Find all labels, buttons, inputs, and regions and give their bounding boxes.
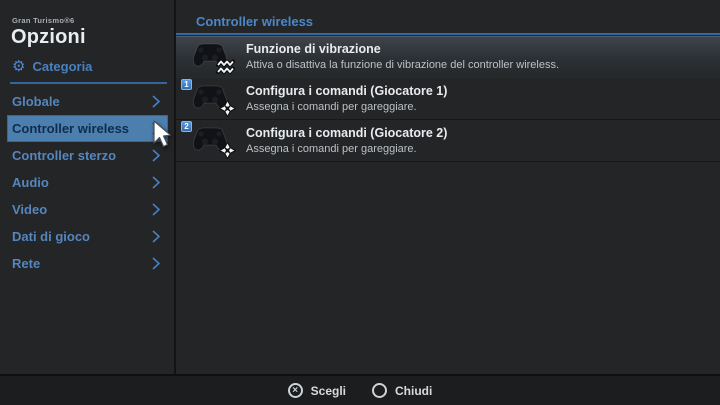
list-item-configura-comandi-giocatore-1[interactable]: 1 Configura i comandi (Giocatore 1) Asse… bbox=[176, 78, 720, 120]
sidebar-item-dati-di-gioco[interactable]: Dati di gioco bbox=[8, 224, 167, 249]
page-title: Opzioni bbox=[11, 26, 86, 48]
chevron-right-icon bbox=[152, 149, 160, 162]
brand-logo: Gran Turismo®6 bbox=[12, 16, 75, 25]
category-label: Categoria bbox=[32, 58, 93, 74]
list-item-text: Configura i comandi (Giocatore 1) Assegn… bbox=[246, 83, 447, 114]
list-item-description: Assegna i comandi per gareggiare. bbox=[246, 100, 417, 113]
panel-title: Controller wireless bbox=[196, 14, 314, 29]
vibration-waves-icon bbox=[216, 59, 235, 74]
list-item-description: Attiva o disattiva la funzione di vibraz… bbox=[246, 59, 560, 72]
chevron-right-icon bbox=[152, 95, 160, 108]
settings-panel: Controller wireless Funzione di vibrazio… bbox=[176, 0, 720, 373]
select-hint: × Scegli bbox=[287, 383, 347, 398]
panel-title-underline bbox=[176, 33, 720, 35]
sidebar-item-controller-sterzo[interactable]: Controller sterzo bbox=[8, 143, 167, 168]
sidebar-item-label: Video bbox=[12, 202, 48, 217]
sidebar: Gran Turismo®6 Opzioni ⚙ Categoria Globa… bbox=[0, 0, 174, 373]
list-item-text: Funzione di vibrazione Attiva o disattiv… bbox=[246, 41, 559, 72]
cross-button-icon: × bbox=[287, 383, 303, 398]
chevron-right-icon bbox=[152, 257, 160, 270]
gamepad-vibration-icon bbox=[190, 40, 235, 74]
gear-icon: ⚙ bbox=[12, 57, 26, 75]
sidebar-item-label: Audio bbox=[12, 175, 49, 190]
category-header: ⚙ Categoria bbox=[12, 57, 92, 75]
sidebar-item-audio[interactable]: Audio bbox=[8, 170, 167, 195]
sidebar-item-globale[interactable]: Globale bbox=[8, 89, 167, 114]
dpad-cross-icon bbox=[219, 141, 236, 159]
chevron-right-icon bbox=[152, 230, 160, 243]
close-hint-label: Chiudi bbox=[395, 383, 433, 398]
sidebar-item-label: Dati di gioco bbox=[12, 229, 90, 244]
category-menu: Globale Controller wireless Controller s… bbox=[8, 89, 167, 278]
close-hint: Chiudi bbox=[372, 383, 432, 398]
gamepad-dpad-icon: 1 bbox=[181, 78, 236, 117]
list-item-funzione-di-vibrazione[interactable]: Funzione di vibrazione Attiva o disattiv… bbox=[176, 36, 720, 78]
list-item-title: Configura i comandi (Giocatore 2) bbox=[246, 125, 448, 140]
dpad-cross-icon bbox=[219, 99, 236, 117]
sidebar-item-video[interactable]: Video bbox=[8, 197, 167, 222]
list-item-title: Configura i comandi (Giocatore 1) bbox=[246, 83, 448, 98]
sidebar-item-label: Controller wireless bbox=[12, 121, 130, 136]
sidebar-item-rete[interactable]: Rete bbox=[8, 251, 167, 276]
select-hint-label: Scegli bbox=[310, 383, 347, 398]
sidebar-item-label: Controller sterzo bbox=[12, 148, 117, 163]
gamepad-dpad-icon: 2 bbox=[181, 120, 236, 159]
chevron-right-icon bbox=[152, 176, 160, 189]
list-item-title: Funzione di vibrazione bbox=[246, 42, 381, 57]
settings-list: Funzione di vibrazione Attiva o disattiv… bbox=[176, 36, 720, 162]
category-underline bbox=[10, 82, 167, 84]
list-item-description: Assegna i comandi per gareggiare. bbox=[246, 142, 417, 155]
chevron-right-icon bbox=[152, 203, 160, 216]
circle-button-icon bbox=[372, 383, 388, 398]
sidebar-item-controller-wireless[interactable]: Controller wireless bbox=[8, 116, 167, 141]
sidebar-item-label: Rete bbox=[12, 256, 41, 271]
button-hint-bar: × Scegli Chiudi bbox=[0, 374, 720, 405]
mouse-cursor bbox=[153, 120, 172, 148]
sidebar-item-label: Globale bbox=[12, 94, 60, 109]
list-item-text: Configura i comandi (Giocatore 2) Assegn… bbox=[246, 125, 447, 156]
list-item-configura-comandi-giocatore-2[interactable]: 2 Configura i comandi (Giocatore 2) Asse… bbox=[176, 120, 720, 162]
